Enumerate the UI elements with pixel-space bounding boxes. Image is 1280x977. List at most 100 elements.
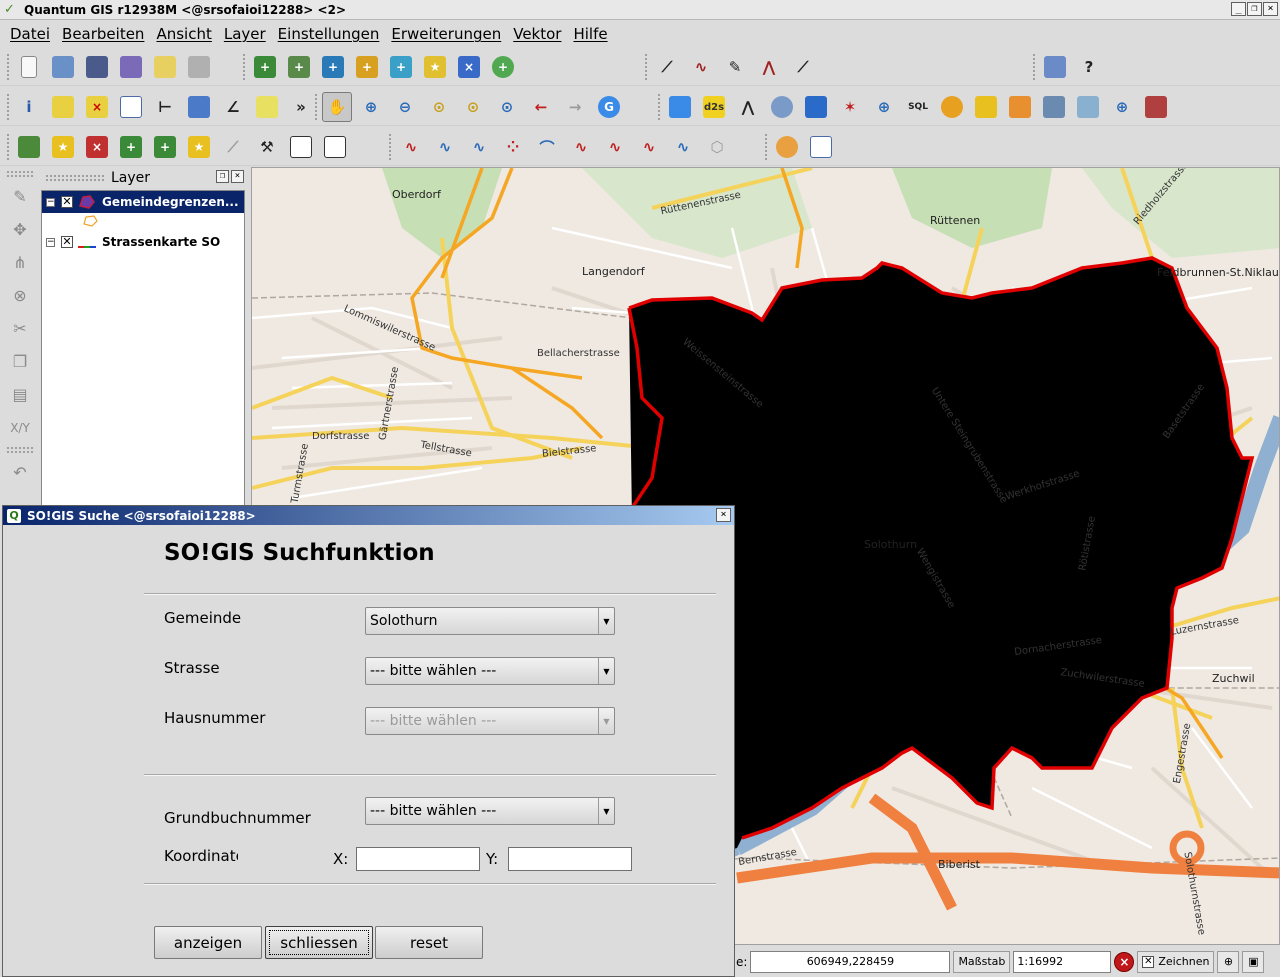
attribute-form-button[interactable] xyxy=(806,132,836,162)
adv-tool-7-button[interactable]: ∿ xyxy=(600,132,630,162)
sql-query-button[interactable]: SQL xyxy=(903,92,933,122)
new-vector-layer-button[interactable]: ★ xyxy=(420,52,450,82)
menu-einstellungen[interactable]: Einstellungen xyxy=(278,25,380,43)
menu-ansicht[interactable]: Ansicht xyxy=(156,25,211,43)
adv-tool-5-button[interactable]: ⌒ xyxy=(532,132,562,162)
calculator-button[interactable] xyxy=(1141,92,1171,122)
select-features-button[interactable] xyxy=(48,92,78,122)
menu-datei[interactable]: Datei xyxy=(10,25,50,43)
gemeinde-select[interactable]: Solothurn ▼ xyxy=(365,607,615,635)
save-project-button[interactable] xyxy=(82,52,112,82)
pan-button[interactable]: ✋ xyxy=(322,92,352,122)
copy-button[interactable]: ❐ xyxy=(2,345,38,378)
node-edit-button[interactable]: ⋔ xyxy=(2,246,38,279)
render-checkbox[interactable]: ✕ xyxy=(1142,955,1155,968)
locate-button[interactable]: ⊕ xyxy=(1107,92,1137,122)
histogram-button[interactable] xyxy=(665,92,695,122)
delete-selected-button[interactable]: ⊗ xyxy=(2,279,38,312)
capture-line-button[interactable]: ⟋ xyxy=(652,52,682,82)
render-toggle[interactable]: ✕ Zeichnen xyxy=(1137,950,1215,973)
delete-shape-button[interactable]: × xyxy=(82,132,112,162)
add-vector-layer-button[interactable]: + xyxy=(250,52,280,82)
cut-button[interactable]: ✂ xyxy=(2,312,38,345)
scale-input[interactable]: 1:16992 xyxy=(1013,950,1112,973)
projection-button[interactable]: ⊕ xyxy=(1217,950,1240,973)
style-button[interactable] xyxy=(772,132,802,162)
print-composer-button[interactable] xyxy=(150,52,180,82)
ogr-converter-button[interactable] xyxy=(767,92,797,122)
zoom-layer-button[interactable]: ⊙ xyxy=(492,92,522,122)
menu-bearbeiten[interactable]: Bearbeiten xyxy=(62,25,144,43)
add-wms-layer-button[interactable]: + xyxy=(386,52,416,82)
new-project-button[interactable] xyxy=(14,52,44,82)
layer-visibility-checkbox[interactable]: ✕ xyxy=(61,196,73,208)
hausnummer-select[interactable]: --- bitte wählen --- ▼ xyxy=(365,707,615,735)
collapse-toggle[interactable]: − xyxy=(46,197,55,207)
zoom-selection-button[interactable]: ⊙ xyxy=(458,92,488,122)
maximize-button[interactable]: ❐ xyxy=(1247,2,1262,16)
zoom-out-button[interactable]: ⊖ xyxy=(390,92,420,122)
toggle-edit-button[interactable] xyxy=(14,132,44,162)
adv-tool-10-button[interactable]: ⬡ xyxy=(702,132,732,162)
capture-button[interactable]: ✎ xyxy=(2,180,38,213)
deselect-button[interactable]: × xyxy=(82,92,112,122)
undo-button[interactable]: ↶ xyxy=(2,456,38,489)
zoom-full-button[interactable]: ⊙ xyxy=(424,92,454,122)
reshape-button[interactable]: ⚒ xyxy=(252,132,282,162)
measure-area-button[interactable] xyxy=(184,92,214,122)
adv-tool-9-button[interactable]: ∿ xyxy=(668,132,698,162)
adv-tool-1-button[interactable]: ∿ xyxy=(396,132,426,162)
layer-item-gemeindegrenzen[interactable]: − ✕ Gemeindegrenzen... xyxy=(42,191,244,213)
whats-this-button[interactable]: ? xyxy=(1074,52,1104,82)
offset-button[interactable] xyxy=(286,132,316,162)
panel-close-button[interactable]: × xyxy=(231,170,244,183)
gps-button[interactable] xyxy=(801,92,831,122)
ruler-button[interactable]: ⟋ xyxy=(788,52,818,82)
move-feature-button[interactable]: ✥ xyxy=(2,213,38,246)
menu-vektor[interactable]: Vektor xyxy=(513,25,561,43)
grundbuch-select[interactable]: --- bitte wählen --- ▼ xyxy=(365,797,615,825)
add-raster-layer-button[interactable]: + xyxy=(284,52,314,82)
add-spatialite-layer-button[interactable]: + xyxy=(352,52,382,82)
adv-tool-6-button[interactable]: ∿ xyxy=(566,132,596,162)
menu-layer[interactable]: Layer xyxy=(224,25,266,43)
measure-line-button[interactable]: ⊢ xyxy=(150,92,180,122)
split-button[interactable]: ⟋ xyxy=(218,132,248,162)
menu-hilfe[interactable]: Hilfe xyxy=(573,25,607,43)
search-plugin-button[interactable]: ⊕ xyxy=(869,92,899,122)
bookmark-button[interactable] xyxy=(1040,52,1070,82)
coordinate-display[interactable]: 606949,228459 xyxy=(750,950,951,973)
editor-button[interactable] xyxy=(1005,92,1035,122)
adv-tool-3-button[interactable]: ∿ xyxy=(464,132,494,162)
user-button[interactable] xyxy=(937,92,967,122)
xy-button[interactable]: X/Y xyxy=(2,411,38,444)
save-as-button[interactable] xyxy=(116,52,146,82)
paste-button[interactable]: ▤ xyxy=(2,378,38,411)
measure-angle-button[interactable]: ∠ xyxy=(218,92,248,122)
identify-button[interactable]: i xyxy=(14,92,44,122)
y-coordinate-input[interactable] xyxy=(508,847,632,871)
plugin-green-button[interactable] xyxy=(971,92,1001,122)
minimize-button[interactable]: _ xyxy=(1231,2,1246,16)
add-part-button[interactable]: + xyxy=(150,132,180,162)
menu-erweiterungen[interactable]: Erweiterungen xyxy=(391,25,501,43)
measure-nodes-button[interactable]: ⋀ xyxy=(754,52,784,82)
open-project-button[interactable] xyxy=(48,52,78,82)
messages-button[interactable]: ▣ xyxy=(1242,950,1265,973)
stop-render-icon[interactable]: × xyxy=(1114,951,1135,972)
layer-item-strassenkarte[interactable]: − ✕ Strassenkarte SO xyxy=(42,231,244,253)
add-feature-button[interactable]: + xyxy=(116,132,146,162)
remove-layer-button[interactable]: × xyxy=(454,52,484,82)
adv-tool-2-button[interactable]: ∿ xyxy=(430,132,460,162)
panel-grip[interactable] xyxy=(45,174,105,182)
strasse-select[interactable]: --- bitte wählen --- ▼ xyxy=(365,657,615,685)
zoom-in-button[interactable]: ⊕ xyxy=(356,92,386,122)
close-button[interactable]: schliessen xyxy=(265,926,373,959)
add-vertex-button[interactable]: ✎ xyxy=(720,52,750,82)
d2s-button[interactable]: d2s xyxy=(699,92,729,122)
topology-button[interactable]: ✶ xyxy=(835,92,865,122)
map-tips-button[interactable] xyxy=(252,92,282,122)
add-wfs-layer-button[interactable]: + xyxy=(488,52,518,82)
x-coordinate-input[interactable] xyxy=(356,847,480,871)
adv-tool-4-button[interactable]: ⁘ xyxy=(498,132,528,162)
